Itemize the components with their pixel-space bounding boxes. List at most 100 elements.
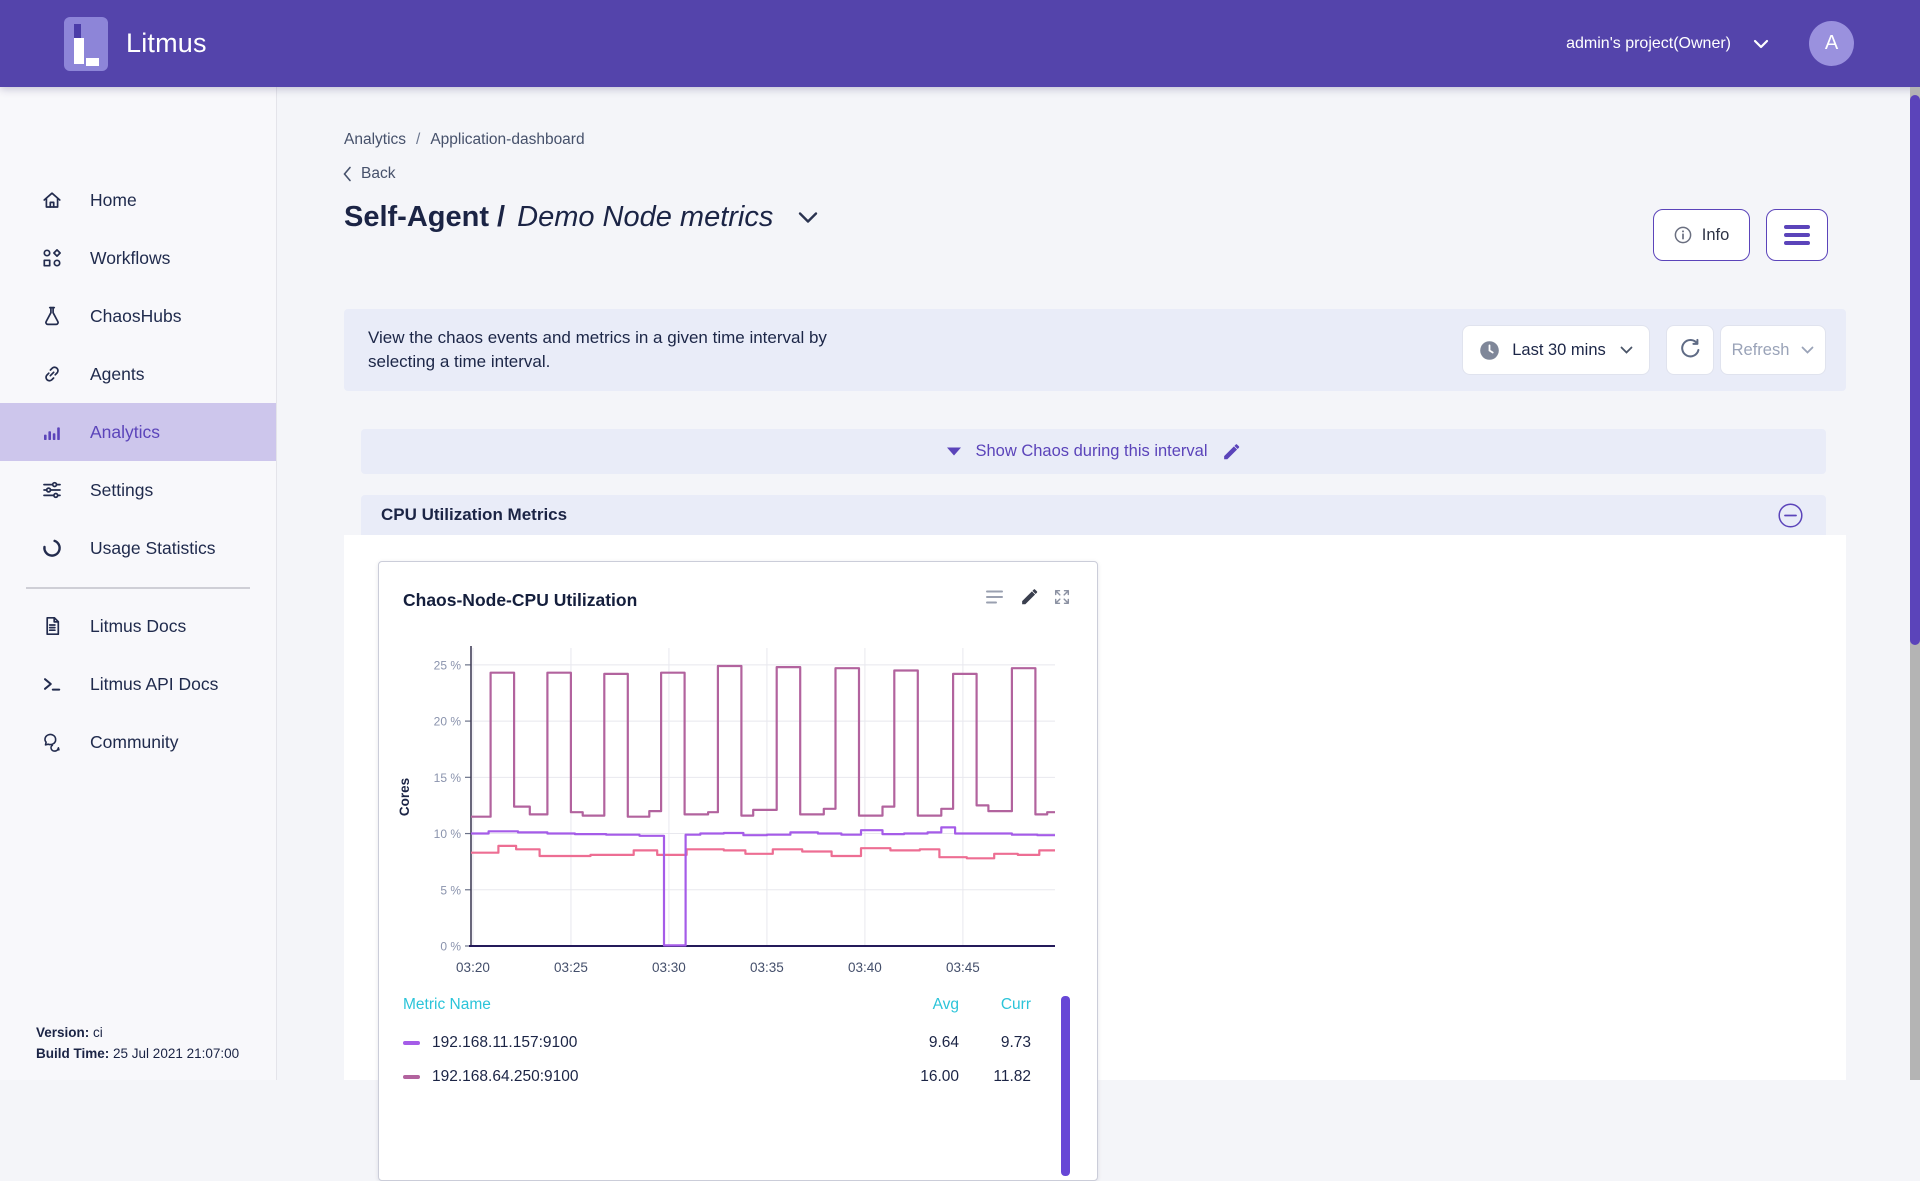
sidebar-secondary-list: Litmus Docs Litmus API Docs Community [0,597,276,771]
refresh-now-button[interactable] [1666,325,1714,375]
show-chaos-label: Show Chaos during this interval [975,442,1207,461]
series-swatch-icon [403,1041,420,1045]
svg-text:20 %: 20 % [434,715,462,729]
sidebar-item-label: Community [90,732,179,753]
sidebar-item-label: Usage Statistics [90,538,215,559]
breadcrumb-application-dashboard[interactable]: Application-dashboard [430,131,584,149]
workflows-icon [40,246,64,270]
page-title-dashboard: Demo Node metrics [517,201,773,234]
collapse-section-button[interactable] [1777,502,1804,529]
info-button[interactable]: Info [1653,209,1750,261]
dashboard-switch-chevron-icon[interactable] [797,211,819,224]
chart-series-line [471,827,1055,945]
chevron-down-icon[interactable] [1753,39,1769,49]
clock-icon [1479,340,1500,361]
legend-row[interactable]: 192.168.11.157:91009.649.73 [403,1026,1051,1060]
chart-expand-button[interactable] [1053,588,1071,606]
edit-pencil-icon [1020,588,1038,606]
sidebar-item-label: Agents [90,364,144,385]
svg-text:03:40: 03:40 [848,960,882,975]
sidebar-item-community[interactable]: Community [0,713,276,771]
back-label: Back [361,165,395,183]
litmus-logo-icon [64,17,108,71]
svg-text:03:35: 03:35 [750,960,784,975]
legend-header-metric: Metric Name [403,996,491,1013]
flask-icon [40,304,64,328]
page-title: Self-Agent / Demo Node metrics [344,201,819,234]
sidebar-item-home[interactable]: Home [0,171,276,229]
svg-text:03:45: 03:45 [946,960,980,975]
sidebar-item-workflows[interactable]: Workflows [0,229,276,287]
chart-options-button[interactable] [985,588,1005,606]
link-icon [40,362,64,386]
home-icon [40,188,64,212]
bar-chart-icon [40,420,64,444]
refresh-label: Refresh [1732,341,1790,360]
sidebar-item-litmus-docs[interactable]: Litmus Docs [0,597,276,655]
main-content: Analytics / Application-dashboard Back S… [277,87,1920,1080]
refresh-icon [1678,338,1702,362]
svg-text:15 %: 15 % [434,771,462,785]
chevron-left-icon [342,166,352,182]
legend-row[interactable]: 192.168.64.250:910016.0011.82 [403,1060,1051,1094]
version-info: Version: ci Build Time: 25 Jul 2021 21:0… [36,1022,239,1064]
info-icon [1674,226,1692,244]
sidebar-item-label: Home [90,190,137,211]
dashboard-menu-button[interactable] [1766,209,1828,261]
interval-banner: View the chaos events and metrics in a g… [344,309,1846,391]
svg-text:10 %: 10 % [434,827,462,841]
version-label: Version: [36,1025,89,1040]
cpu-utilization-chart: 03:2003:2503:3003:3503:4003:450 %5 %10 %… [393,636,1069,988]
interval-banner-text: View the chaos events and metrics in a g… [368,326,858,374]
cpu-chart-svg: 03:2003:2503:3003:3503:4003:450 %5 %10 %… [393,636,1069,988]
chart-series-line [471,666,1055,817]
page-scrollbar-thumb[interactable] [1910,95,1920,645]
chart-card: Chaos-Node-CPU Utilization 03:2003:2503:… [378,561,1098,1181]
triangle-down-icon [947,447,961,456]
breadcrumb-analytics[interactable]: Analytics [344,131,406,149]
page-scrollbar-track[interactable] [1910,87,1920,1080]
svg-text:03:30: 03:30 [652,960,686,975]
sidebar-item-label: Litmus API Docs [90,674,218,695]
metric-avg: 9.64 [879,1034,959,1052]
metric-avg: 16.00 [879,1068,959,1086]
edit-pencil-icon[interactable] [1222,443,1240,461]
refresh-interval-dropdown[interactable]: Refresh [1720,325,1826,375]
sidebar-item-litmus-api-docs[interactable]: Litmus API Docs [0,655,276,713]
svg-text:25 %: 25 % [434,658,462,672]
legend-header-curr: Curr [951,996,1031,1014]
show-chaos-toggle[interactable]: Show Chaos during this interval [361,429,1826,474]
sidebar: Home WorkflowsChaosHubs Agents Analytics Set… [0,87,277,1080]
back-button[interactable]: Back [342,165,395,183]
info-button-label: Info [1702,226,1730,245]
logo-l-horizontal [86,58,99,66]
list-lines-icon [985,588,1005,606]
series-swatch-icon [403,1075,420,1079]
sidebar-item-usage-statistics[interactable]: Usage Statistics [0,519,276,577]
sidebar-primary-list: Home WorkflowsChaosHubs Agents Analytics Set… [0,171,276,577]
sidebar-item-analytics[interactable]: Analytics [0,403,276,461]
chart-edit-button[interactable] [1020,588,1038,606]
usage-circle-icon [40,536,64,560]
breadcrumb: Analytics / Application-dashboard [344,131,585,149]
legend-scrollbar[interactable] [1061,996,1070,1176]
legend-rows: 192.168.11.157:91009.649.73192.168.64.25… [403,1026,1051,1094]
time-range-dropdown[interactable]: Last 30 mins [1462,325,1650,375]
document-icon [40,614,64,638]
avatar[interactable]: A [1809,21,1854,66]
build-time-value: 25 Jul 2021 21:07:00 [113,1046,239,1061]
svg-text:0 %: 0 % [440,940,461,954]
legend-header: Metric Name Avg Curr [403,996,1051,1026]
svg-text:03:20: 03:20 [456,960,490,975]
chart-series-line [471,846,1055,858]
legend-header-avg: Avg [879,996,959,1014]
logo-l-vertical [74,38,84,64]
project-selector-label[interactable]: admin's project(Owner) [1566,35,1731,53]
sidebar-item-settings[interactable]: Settings [0,461,276,519]
metric-curr: 11.82 [951,1068,1031,1086]
minus-circle-icon [1777,502,1804,529]
sidebar-item-label: Settings [90,480,153,501]
sidebar-item-agents[interactable]: Agents [0,345,276,403]
build-time-label: Build Time: [36,1046,109,1061]
sidebar-item-chaoshubs[interactable]: ChaosHubs [0,287,276,345]
